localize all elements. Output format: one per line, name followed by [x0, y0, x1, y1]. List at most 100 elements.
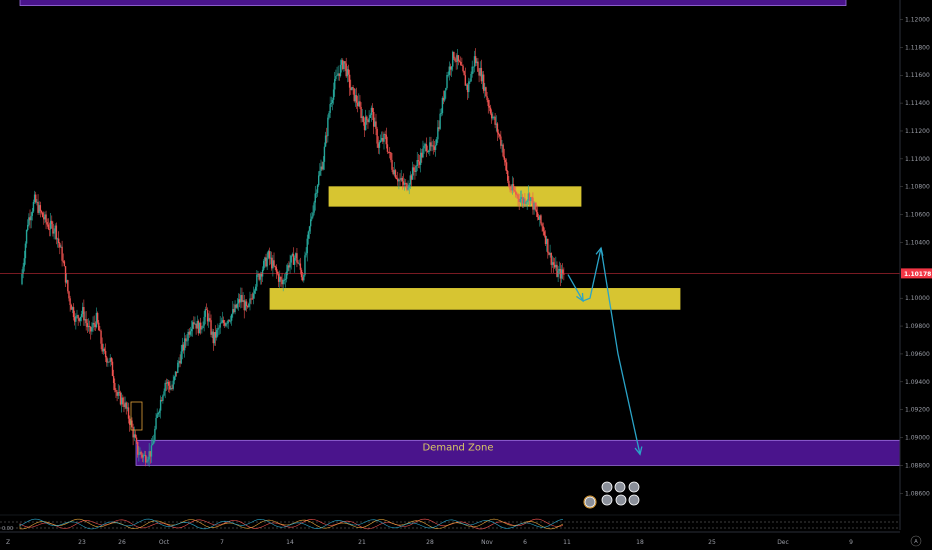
candle-body — [450, 66, 453, 70]
candle-body — [344, 61, 346, 64]
candle-body — [535, 209, 538, 213]
candle-body — [336, 75, 338, 77]
candle-body — [57, 238, 60, 244]
price-tick-16: 1.08600 — [905, 490, 930, 497]
candle-body — [308, 226, 311, 232]
candle-body — [51, 220, 53, 225]
candle-body — [503, 156, 505, 160]
time-tick-5: 21 — [358, 539, 366, 546]
event-icon-6[interactable] — [628, 494, 640, 506]
candle-body — [444, 90, 446, 101]
candle-body — [151, 443, 154, 446]
axis-z-label[interactable]: Z — [6, 539, 10, 546]
candle-body — [140, 451, 142, 455]
candle-body — [445, 88, 447, 91]
candle-body — [64, 266, 67, 283]
candle-body — [534, 202, 536, 210]
candle-body — [513, 190, 516, 192]
candle-body — [509, 186, 511, 190]
candle-body — [368, 117, 370, 122]
candle-body — [489, 107, 492, 114]
event-icon-5[interactable] — [615, 494, 627, 506]
candle-body — [331, 99, 334, 103]
candle-body — [154, 428, 156, 440]
candle-body — [61, 246, 63, 261]
candle-body — [468, 81, 470, 93]
candle-body — [24, 243, 27, 259]
candle-body — [111, 361, 114, 376]
candle-body — [27, 224, 29, 231]
candle-body — [306, 238, 308, 254]
candle-body — [557, 270, 559, 277]
candle-body — [25, 230, 28, 244]
supply-zone-upper — [328, 186, 582, 207]
candle-body — [440, 113, 442, 114]
candle-body — [379, 140, 382, 143]
candle-body — [458, 61, 461, 62]
candle-body — [439, 113, 441, 129]
candle-body — [137, 441, 139, 455]
event-icon-1[interactable] — [601, 481, 613, 493]
candle-body — [299, 263, 302, 270]
price-tick-5: 1.11000 — [905, 156, 930, 163]
candle-body — [366, 116, 368, 120]
candle-body — [360, 107, 362, 118]
candle-body — [253, 290, 256, 294]
candle-body — [48, 229, 51, 230]
oscillator-scale-label: 0.00 — [2, 526, 13, 532]
candle-body — [401, 177, 404, 182]
candle-body — [434, 145, 437, 150]
candle-body — [251, 298, 253, 300]
candle-body — [93, 322, 95, 325]
candle-body — [359, 101, 361, 108]
price-chart[interactable]: Demand Zone 1.10178 1.12000 1.11800 1.1160… — [0, 0, 932, 550]
candle-body — [542, 226, 544, 232]
candle-body — [504, 159, 507, 163]
event-icon-flag[interactable] — [584, 496, 596, 508]
candle-body — [85, 319, 87, 324]
candle-body — [32, 201, 35, 212]
candle-body — [79, 316, 82, 321]
candle-body — [114, 382, 116, 391]
time-tick-6: 28 — [426, 539, 434, 546]
time-tick-11: 25 — [708, 539, 716, 546]
price-tick-14: 1.09000 — [905, 435, 930, 442]
candle-body — [219, 322, 221, 328]
event-icon-2[interactable] — [614, 481, 626, 493]
candle-body — [505, 162, 508, 171]
candle-body — [415, 166, 417, 173]
candle-body — [499, 134, 501, 137]
candle-body — [127, 407, 130, 419]
candle-body — [454, 58, 456, 62]
candle-body — [519, 198, 522, 202]
candle-body — [226, 323, 228, 325]
event-icon-3[interactable] — [628, 481, 640, 493]
candle-body — [323, 146, 326, 162]
candle-body — [328, 112, 330, 118]
candle-body — [502, 144, 504, 157]
price-tick-10: 1.09800 — [905, 323, 930, 330]
candle-body — [305, 253, 307, 256]
candle-body — [460, 61, 462, 65]
candle-body — [422, 148, 424, 158]
candle-body — [385, 134, 387, 145]
candle-body — [115, 390, 117, 392]
candle-body — [394, 170, 397, 178]
candle-body — [222, 320, 225, 323]
candle-body — [103, 348, 106, 351]
candle-body — [100, 330, 102, 344]
candle-body — [339, 64, 342, 76]
candle-body — [423, 145, 425, 149]
candle-body — [145, 455, 147, 463]
candle-body — [485, 87, 487, 97]
candle-body — [146, 461, 148, 463]
candle-body — [469, 81, 471, 83]
candle-body — [293, 257, 296, 265]
candle-body — [110, 357, 113, 362]
time-tick-1: 26 — [118, 539, 126, 546]
candle-body — [319, 170, 321, 176]
candle-body — [266, 257, 268, 267]
candle-body — [284, 278, 287, 280]
candle-body — [347, 69, 350, 75]
event-icon-4[interactable] — [601, 494, 613, 506]
